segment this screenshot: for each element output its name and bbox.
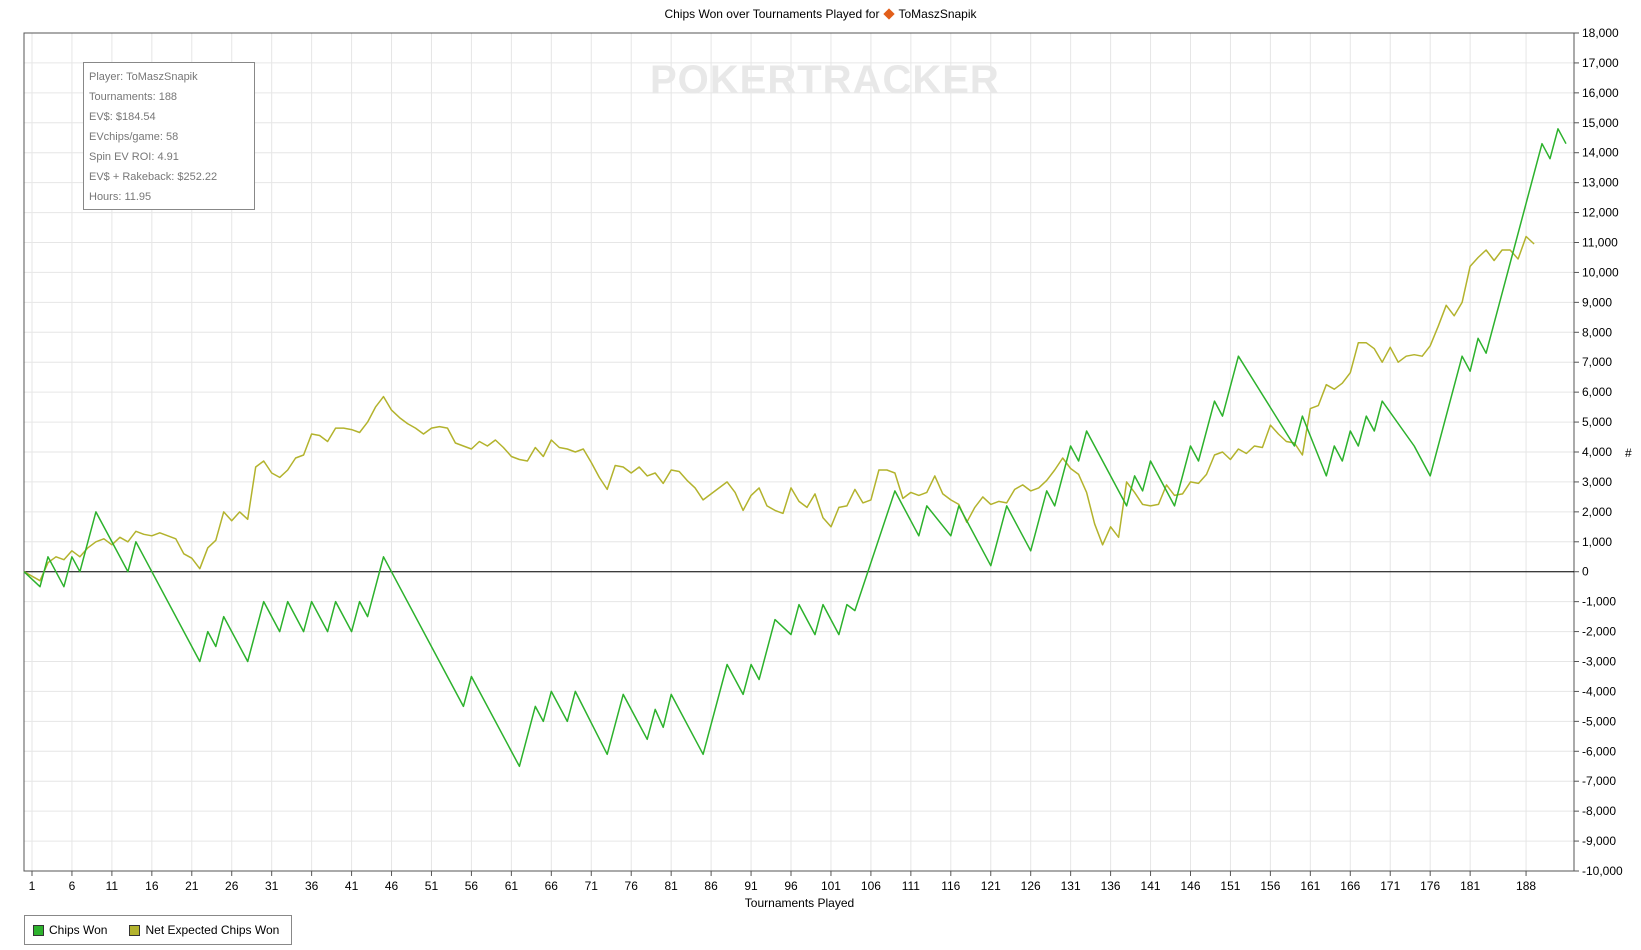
legend-swatch-net-expected: [129, 924, 141, 936]
y-tick-label: 2,000: [1582, 505, 1612, 519]
y-tick-label: 13,000: [1582, 176, 1619, 190]
x-tick-label: 46: [385, 879, 399, 893]
y-tick-label: 10,000: [1582, 265, 1619, 279]
x-tick-label: 146: [1180, 879, 1200, 893]
y-tick-label: 4,000: [1582, 445, 1612, 459]
x-tick-label: 121: [981, 879, 1001, 893]
x-tick-label: 151: [1220, 879, 1240, 893]
y-tick-label: 9,000: [1582, 295, 1612, 309]
stat-tournaments: Tournaments: 188: [89, 91, 178, 103]
x-tick-label: 131: [1061, 879, 1081, 893]
x-tick-label: 181: [1460, 879, 1480, 893]
y-axis: -10,000 -9,000 -8,000 -7,000 -6,000 -5,000 -4,…: [1574, 26, 1623, 878]
stat-spin-roi: Spin EV ROI: 4.91: [89, 151, 179, 163]
y-tick-label: 12,000: [1582, 206, 1619, 220]
y-tick-label: 8,000: [1582, 325, 1612, 339]
chart-title: Chips Won over Tournaments Played for ToM…: [0, 7, 1641, 21]
x-tick-label: 126: [1021, 879, 1041, 893]
y-tick-label: 0: [1582, 565, 1589, 579]
x-tick-label: 171: [1380, 879, 1400, 893]
y-tick-label: -3,000: [1582, 655, 1616, 669]
x-tick-label: 76: [625, 879, 639, 893]
y-tick-label: 1,000: [1582, 535, 1612, 549]
stat-evs: EV$: $184.54: [89, 111, 156, 123]
x-tick-label: 161: [1300, 879, 1320, 893]
x-tick-label: 11: [106, 879, 119, 893]
x-tick-label: 101: [821, 879, 841, 893]
chart-grid: [24, 32, 1574, 872]
x-tick-label: 31: [265, 879, 279, 893]
y-tick-label: -8,000: [1582, 804, 1616, 818]
y-tick-label: 7,000: [1582, 355, 1612, 369]
x-tick-label: 176: [1420, 879, 1440, 893]
player-stats-box: Player: ToMaszSnapik Tournaments: 188 EV…: [83, 62, 255, 210]
y-tick-label: 16,000: [1582, 86, 1619, 100]
y-tick-label: 6,000: [1582, 385, 1612, 399]
x-tick-label: 51: [425, 879, 439, 893]
series-line-net-expected-chips-won: [23, 235, 1535, 582]
y-tick-label: 3,000: [1582, 475, 1612, 489]
x-tick-label: 41: [345, 879, 359, 893]
y-tick-label: -6,000: [1582, 744, 1616, 758]
y-tick-label: -5,000: [1582, 714, 1616, 728]
x-tick-label: 156: [1260, 879, 1280, 893]
x-axis: 1 6 11 16 21 26 31 36 41 46 51 56 61 66 71 76 81 86 91 96 10…: [29, 871, 1536, 893]
y-tick-label: 14,000: [1582, 146, 1619, 160]
y-tick-label: 17,000: [1582, 56, 1619, 70]
x-tick-label: 71: [585, 879, 599, 893]
x-tick-label: 1: [29, 879, 36, 893]
x-axis-label: Tournaments Played: [744, 896, 855, 910]
pokertracker-watermark: POKERTRACKER: [650, 58, 1000, 102]
x-tick-label: 16: [145, 879, 159, 893]
legend-item-net-expected[interactable]: Net Expected Chips Won: [129, 923, 279, 937]
series-line-chips-won: [23, 128, 1567, 768]
x-tick-label: 106: [861, 879, 881, 893]
legend-label-net-expected: Net Expected Chips Won: [145, 923, 280, 937]
x-tick-label: 91: [744, 879, 758, 893]
chart-series: [23, 128, 1567, 768]
title-text: Chips Won over Tournaments Played for: [664, 7, 880, 21]
x-tick-label: 6: [69, 879, 76, 893]
y-tick-label: -9,000: [1582, 834, 1616, 848]
x-tick-label: 96: [784, 879, 798, 893]
y-tick-label: 18,000: [1582, 26, 1619, 40]
x-tick-label: 56: [465, 879, 479, 893]
x-tick-label: 36: [305, 879, 319, 893]
stat-player: Player: ToMaszSnapik: [89, 71, 198, 83]
x-tick-label: 188: [1516, 879, 1536, 893]
title-player: ToMaszSnapik: [898, 7, 977, 21]
x-tick-label: 26: [225, 879, 239, 893]
x-tick-label: 116: [941, 879, 960, 893]
x-tick-label: 111: [902, 879, 921, 893]
x-tick-label: 66: [545, 879, 559, 893]
x-tick-label: 136: [1101, 879, 1121, 893]
legend-item-chips-won[interactable]: Chips Won: [33, 923, 107, 937]
y-tick-label: 5,000: [1582, 415, 1612, 429]
x-tick-label: 141: [1141, 879, 1161, 893]
y-axis-label: #: [1625, 446, 1632, 460]
y-tick-label: -10,000: [1582, 864, 1623, 878]
x-tick-label: 81: [664, 879, 678, 893]
y-tick-label: 11,000: [1582, 236, 1618, 250]
stat-ev-rakeback: EV$ + Rakeback: $252.22: [89, 171, 218, 183]
y-tick-label: 15,000: [1582, 116, 1619, 130]
y-tick-label: -1,000: [1582, 595, 1616, 609]
x-tick-label: 86: [704, 879, 718, 893]
x-tick-label: 61: [505, 879, 519, 893]
x-tick-label: 21: [185, 879, 199, 893]
stat-hours: Hours: 11.95: [89, 191, 152, 203]
x-tick-label: 166: [1340, 879, 1360, 893]
y-tick-label: -7,000: [1582, 774, 1616, 788]
legend-label-chips-won: Chips Won: [49, 923, 108, 937]
pokertracker-diamond-icon: [883, 8, 896, 20]
y-tick-label: -2,000: [1582, 625, 1616, 639]
chart-legend: Chips Won Net Expected Chips Won: [24, 915, 292, 945]
y-tick-label: -4,000: [1582, 684, 1616, 698]
legend-swatch-chips-won: [33, 924, 44, 936]
stat-evchips: EVchips/game: 58: [89, 131, 179, 143]
